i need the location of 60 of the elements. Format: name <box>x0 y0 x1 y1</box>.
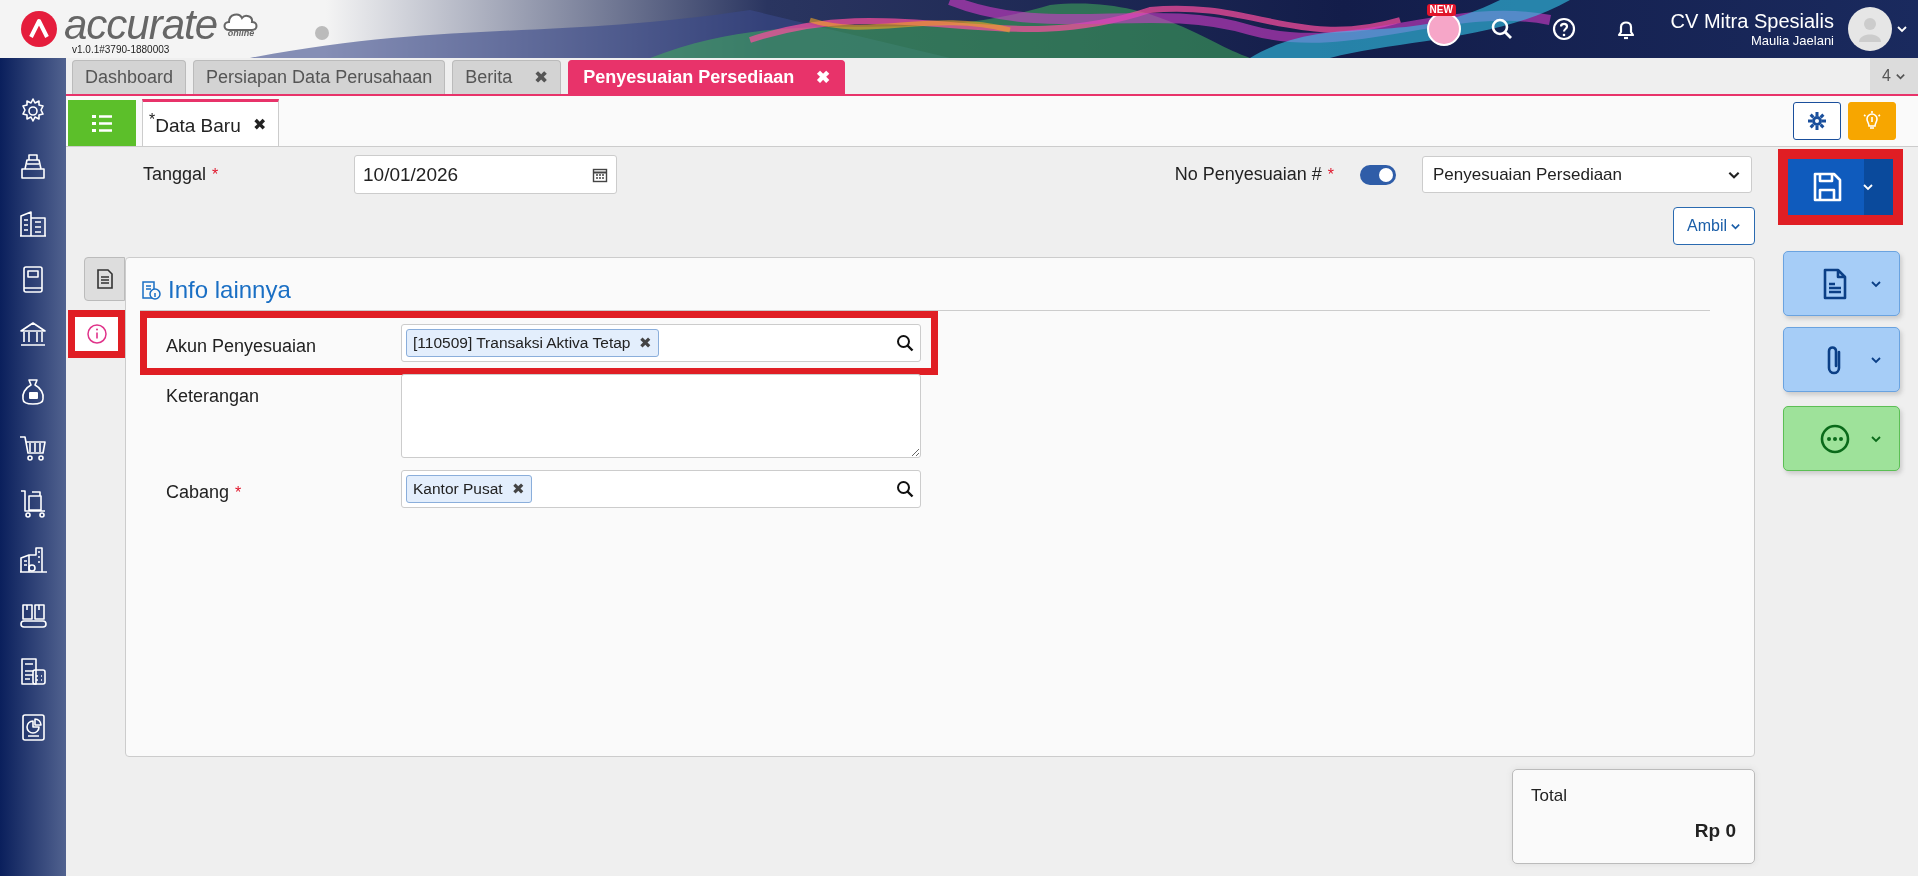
tab-count-button[interactable]: 4 <box>1870 58 1918 94</box>
hand-truck-icon[interactable] <box>18 488 48 519</box>
field-label: Cabang <box>166 482 230 502</box>
logo-icon <box>20 9 58 48</box>
tag-chip: Kantor Pusat ✖ <box>406 475 532 503</box>
side-tab[interactable] <box>84 257 125 301</box>
attachment-button[interactable] <box>1783 327 1900 392</box>
remove-icon[interactable]: ✖ <box>639 334 653 352</box>
remove-icon[interactable]: ✖ <box>511 480 525 498</box>
field-label: No Penyesuaian # <box>1174 164 1322 184</box>
required-mark: * <box>212 166 219 183</box>
logo-text: accurate <box>64 3 218 46</box>
toggle-switch[interactable] <box>1360 164 1396 185</box>
search-icon[interactable] <box>896 480 914 498</box>
tab[interactable]: Dashboard <box>72 60 187 94</box>
new-badge: NEW <box>1426 4 1456 16</box>
help-icon[interactable] <box>1550 16 1577 42</box>
info-icon <box>85 323 108 345</box>
version-text: v1.0.1#3790-1880003 <box>72 43 171 55</box>
chevron-down-icon <box>1862 181 1874 193</box>
document-info-icon <box>140 279 162 301</box>
dropdown-field[interactable]: Penyesuaian Persediaan <box>1422 156 1752 193</box>
field-label: Keterangan <box>166 386 260 406</box>
user-name: Maulia Jaelani <box>1750 33 1834 48</box>
tab[interactable]: $^{*}$Data Baru ✖ <box>142 99 279 146</box>
tag-chip: [110509] Transaksi Aktiva Tetap ✖ <box>406 329 660 357</box>
gear-icon <box>1807 111 1827 131</box>
tab[interactable]: Persiapan Data Perusahaan <box>193 60 446 94</box>
field-label: Akun Penyesuaian <box>166 336 317 356</box>
save-button[interactable] <box>1778 149 1903 225</box>
lightbulb-icon <box>1862 111 1882 131</box>
logo-subtitle: online <box>227 27 255 38</box>
calendar-icon[interactable] <box>592 166 608 183</box>
required-mark: * <box>235 484 242 501</box>
lookup-field[interactable]: [110509] Transaksi Aktiva Tetap ✖ <box>401 324 921 362</box>
dot-icon <box>315 25 330 40</box>
fetch-button[interactable]: Ambil <box>1673 207 1755 245</box>
close-icon[interactable]: ✖ <box>534 67 549 88</box>
document-button[interactable] <box>1783 251 1900 316</box>
settings-button[interactable] <box>1793 102 1841 140</box>
company-name: CV Mitra Spesialis <box>1670 10 1834 33</box>
tab[interactable]: Penyesuaian Persediaan ✖ <box>568 60 846 94</box>
building-icon[interactable] <box>18 208 48 239</box>
close-icon[interactable]: ✖ <box>252 114 266 134</box>
factory-icon[interactable] <box>18 544 48 575</box>
total-value: Rp 0 <box>1694 820 1736 842</box>
field-label: Tanggal <box>143 164 207 184</box>
chevron-down-icon[interactable] <box>1896 23 1908 35</box>
more-button[interactable] <box>1783 406 1900 471</box>
tab[interactable]: Berita ✖ <box>452 60 562 94</box>
required-mark: * <box>1327 166 1334 183</box>
section-title: Info lainnya <box>168 276 291 304</box>
avatar-icon[interactable] <box>1848 7 1892 51</box>
close-icon[interactable]: ✖ <box>816 67 831 88</box>
tax-document-icon[interactable] <box>18 656 48 687</box>
search-icon[interactable] <box>896 334 914 352</box>
date-field[interactable]: 10/01/2026 <box>354 155 617 194</box>
lookup-field[interactable]: Kantor Pusat ✖ <box>401 470 921 508</box>
side-tab[interactable] <box>68 310 125 358</box>
total-label: Total <box>1531 786 1568 806</box>
